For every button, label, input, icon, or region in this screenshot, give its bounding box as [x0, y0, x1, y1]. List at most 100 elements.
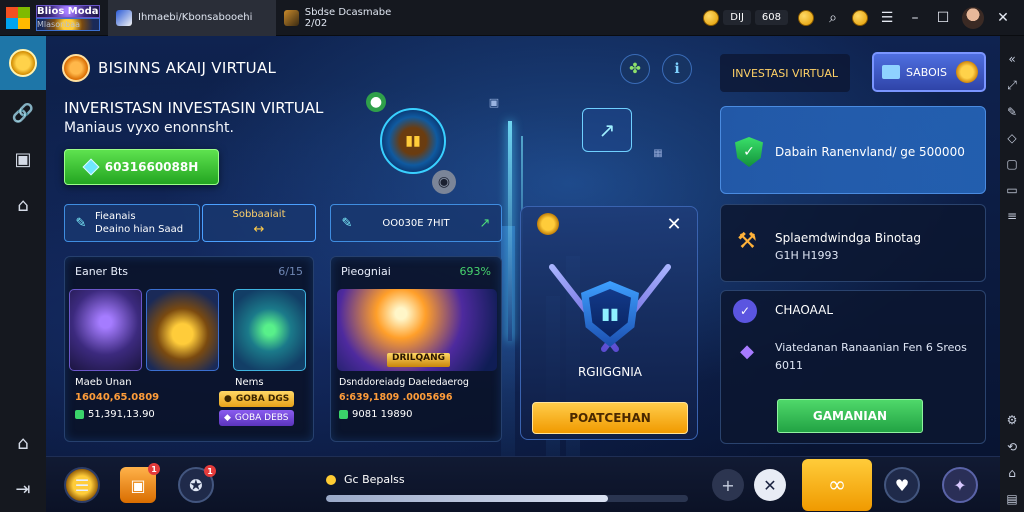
layers-icon[interactable]: ≡: [1000, 203, 1024, 229]
shield-action-button[interactable]: POATCEHAN: [532, 402, 688, 434]
asset-name: Nems: [235, 377, 264, 388]
search-icon[interactable]: ⌕: [824, 9, 842, 27]
coin-icon: [537, 213, 559, 235]
minimize-icon[interactable]: –: [906, 9, 924, 27]
badge-text: GOBA DGS: [235, 394, 290, 404]
exit-icon[interactable]: ⇥: [0, 466, 46, 512]
reward-coin-icon[interactable]: [852, 9, 868, 26]
asset-name: Maeb Unan: [75, 377, 132, 388]
feature-card[interactable]: ⚒ Splaemdwindga Binotag G1H H1993: [720, 204, 986, 282]
gamepad-icon[interactable]: ◇: [1000, 125, 1024, 151]
puzzle-icon[interactable]: ✤: [620, 54, 650, 84]
chip-finance[interactable]: ✎ Fieanais Deaino hian Saad: [64, 204, 200, 242]
shield-heart-icon[interactable]: ♥: [884, 467, 920, 503]
promo-sub-text: 9081 19890: [352, 409, 413, 420]
chip-trend[interactable]: ✎ OO030E 7HIT ↗: [330, 204, 502, 242]
currency-display[interactable]: DIJ 608: [703, 9, 788, 26]
progress-bar: [326, 495, 688, 502]
edit-icon[interactable]: ✎: [1000, 98, 1024, 124]
settings-icon[interactable]: ⚙: [1000, 407, 1024, 433]
chip-sobbaaiait[interactable]: Sobbaaiait ↔: [202, 204, 316, 242]
asset-value: 16040,65.0809: [75, 392, 160, 403]
close-cross-icon[interactable]: ✕: [663, 213, 685, 235]
progress-fill: [326, 495, 609, 502]
close-icon[interactable]: ✕: [994, 9, 1012, 27]
tab-game[interactable]: Ihmaebi/Kbonsabooehi: [108, 0, 276, 36]
link-icon[interactable]: 🔗: [0, 90, 46, 136]
title-badge-icon: [62, 54, 90, 82]
game-icon: [9, 49, 37, 77]
panel-title: Eaner Bts: [75, 265, 129, 278]
trend-up-icon: ↗: [479, 215, 491, 231]
game-viewport[interactable]: ● ▮▮ ◉ ▣ ↗ ▦ ✤ ℹ BISINNS AKAIJ VIRTUAL I…: [46, 36, 1000, 456]
clipboard-icon[interactable]: ▣: [0, 136, 46, 182]
collapse-icon[interactable]: «: [1000, 46, 1024, 72]
shop-bag-icon[interactable]: ▣ 1: [120, 463, 160, 503]
plus-icon[interactable]: +: [712, 469, 744, 501]
home-icon[interactable]: ⌂: [0, 420, 46, 466]
saldo-label: SABOIS: [906, 65, 947, 79]
recent-icon[interactable]: ▤: [1000, 486, 1024, 512]
headline: INVERISTASN INVESTASIN VIRTUAL: [64, 99, 324, 117]
chip-title: Fieanais: [95, 211, 136, 222]
gold-coin-icon[interactable]: [798, 9, 814, 26]
primary-action-label: 6031660088H: [104, 160, 199, 174]
asset-purple-badge[interactable]: ◆ GOBA DEBS: [219, 410, 294, 426]
app-name: Blios Moda: [36, 4, 100, 18]
home-small-icon[interactable]: ⌂: [1000, 460, 1024, 486]
tab-second[interactable]: Sbdse Dcasmabe 2/02: [276, 0, 416, 36]
chip-title: Sobbaaiait: [232, 209, 286, 220]
chart-orb-icon[interactable]: ▮▮: [380, 108, 446, 174]
fullscreen-icon[interactable]: ⤢: [1000, 72, 1024, 98]
emulator-left-sidebar: 🔗 ▣ ⌂ ⌂ ⇥: [0, 36, 46, 512]
house-icon[interactable]: ⌂: [0, 182, 46, 228]
game-title-row: BISINNS AKAIJ VIRTUAL: [62, 54, 276, 82]
chip-title: OO030E 7HIT: [382, 217, 450, 229]
assets-panel: Eaner Bts 6/15 Maeb Unan 16040,65.0809 5…: [64, 256, 314, 442]
coin-stack-icon[interactable]: ☰: [64, 467, 100, 503]
tab-label: Sbdse Dcasmabe 2/02: [304, 6, 392, 29]
asset-sub-value: 51,391,13.90: [75, 409, 155, 420]
claim-button[interactable]: GAMANIAN: [777, 399, 923, 433]
main-action-button[interactable]: ∞: [802, 459, 872, 511]
gem-icon: [82, 158, 100, 176]
swirl-icon: ∞: [827, 472, 847, 498]
asset-gold-badge[interactable]: ● GOBA DGS: [219, 391, 295, 407]
chat-icon[interactable]: ✪ 1: [178, 465, 216, 503]
back-icon[interactable]: ⟲: [1000, 433, 1024, 459]
balance-card[interactable]: ✓ Dabain Ranenvland/ ge 500000: [720, 106, 986, 194]
promo-value: 6:639,1809 .0005696: [339, 392, 453, 403]
game-bottom-bar: ☰ ▣ 1 ✪ 1 Gc Bepalss + ✕ ∞ ♥ ✦: [46, 456, 1000, 512]
target-icon: ◉: [432, 170, 456, 194]
asset-tile-laptop[interactable]: [69, 289, 142, 371]
gift-icon: ▣: [488, 95, 500, 109]
asset-sub-text: 51,391,13.90: [88, 409, 155, 420]
app-subtitle: Mlasonbaa: [36, 17, 100, 31]
menu-icon[interactable]: ☰: [878, 9, 896, 27]
shield-card[interactable]: ✕ ▮▮ RGIIGGNIA POATCEHAN: [520, 206, 698, 440]
growth-shield-icon: ↗: [582, 108, 632, 152]
invest-label: INVESTASI VIRTUAL: [720, 54, 850, 92]
info-icon[interactable]: ℹ: [662, 54, 692, 84]
coin-icon: [703, 9, 720, 26]
panel-meta: 693%: [459, 265, 491, 278]
magic-wand-icon[interactable]: ✦: [942, 467, 978, 503]
crystal-icon: ◆: [740, 340, 754, 362]
home-game-button[interactable]: [0, 36, 46, 90]
maximize-icon[interactable]: ☐: [934, 9, 952, 27]
user-avatar[interactable]: [962, 6, 984, 29]
reward-card: ✓ CHAOAAL ◆ Viatedanan Ranaanian Fen 6 S…: [720, 290, 986, 444]
app-logo-icon: [6, 6, 30, 29]
notification-badge: 1: [148, 463, 160, 475]
progress-label: Gc Bepalss: [326, 473, 405, 486]
saldo-button[interactable]: SABOIS: [872, 52, 986, 92]
asset-tile-coin[interactable]: [146, 289, 219, 371]
asset-tile-globe[interactable]: [233, 289, 306, 371]
close-x-icon[interactable]: ✕: [754, 469, 786, 501]
primary-action-button[interactable]: 6031660088H: [64, 149, 219, 185]
folder-icon[interactable]: ▭: [1000, 177, 1024, 203]
emulator-titlebar: Blios Moda Mlasonbaa Ihmaebi/Kbonsabooeh…: [0, 0, 1024, 36]
promo-sub-value: 9081 19890: [339, 409, 412, 420]
currency-b: 608: [754, 10, 788, 25]
screenshot-icon[interactable]: ▢: [1000, 151, 1024, 177]
